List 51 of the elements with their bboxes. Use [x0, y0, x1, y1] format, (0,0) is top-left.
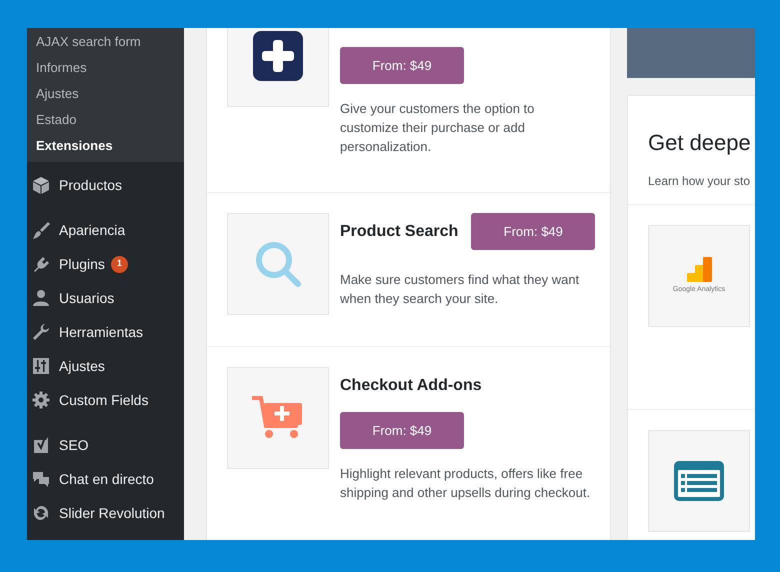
section-heading: Get deepe — [648, 129, 752, 157]
submenu-item[interactable]: Ajustes — [36, 81, 184, 107]
extension-description: Make sure customers find what they want when they search your site. — [340, 271, 580, 308]
menu-label: Ajustes — [59, 356, 105, 376]
menu-label: Herramientas — [59, 322, 144, 342]
search-icon — [253, 239, 303, 289]
submenu-item[interactable]: AJAX search form — [36, 29, 184, 55]
menu-item[interactable]: Chat en directo — [27, 462, 184, 496]
menu-item[interactable]: Productos — [27, 168, 184, 202]
menu-item[interactable]: SEO — [27, 428, 184, 462]
plus-icon — [253, 31, 303, 81]
menu-label: SEO — [59, 436, 89, 454]
bar-chart-icon — [686, 256, 712, 282]
speech-bubbles-icon — [32, 470, 50, 488]
paintbrush-icon — [32, 221, 50, 239]
section-text: Learn how your sto — [648, 173, 752, 190]
list-icon — [674, 461, 724, 501]
submenu-item[interactable]: Extensiones — [36, 133, 184, 159]
menu-item[interactable]: Usuarios — [27, 281, 184, 315]
menu-label: Chat en directo — [59, 470, 154, 488]
submenu-item[interactable]: Informes — [36, 55, 184, 81]
menu-item[interactable]: Slider Revolution — [27, 496, 184, 530]
settings-icon — [32, 391, 50, 409]
count-badge: 1 — [110, 256, 128, 272]
submenu-item[interactable]: Estado — [36, 107, 184, 133]
wrench-icon — [32, 323, 50, 341]
extension-title: Product Search — [340, 222, 458, 242]
checkmark-icon — [32, 436, 50, 454]
extension-description: Highlight relevant products, offers like free shipping and other upsells during checkout. — [340, 465, 592, 502]
menu-item[interactable]: Herramientas — [27, 315, 184, 349]
price-button[interactable]: From: $49 — [340, 412, 464, 449]
menu-item[interactable]: Custom Fields — [27, 383, 184, 417]
menu-label: Custom Fields — [59, 390, 148, 410]
cart-icon — [252, 396, 304, 440]
menu-label: Slider Revolution — [59, 504, 165, 522]
menu-label: Apariencia — [59, 220, 126, 240]
extension-description: Give your customers the option to customize their purchase or add personalization. — [340, 100, 536, 156]
user-icon — [32, 289, 50, 307]
menu-label: Usuarios — [59, 288, 114, 308]
price-button[interactable]: From: $49 — [471, 213, 596, 250]
menu-label: Plugins — [59, 254, 105, 274]
price-button[interactable]: From: $49 — [340, 47, 464, 84]
menu-item[interactable]: Ajustes — [27, 349, 184, 383]
plug-icon — [32, 255, 50, 273]
sliders-icon — [32, 357, 50, 375]
box-icon — [32, 176, 50, 194]
extension-title: Checkout Add-ons — [340, 376, 483, 396]
refresh-icon — [32, 504, 50, 522]
menu-item[interactable]: Plugins 1 — [27, 247, 184, 281]
menu-label: Productos — [59, 176, 122, 194]
menu-item[interactable]: Apariencia — [27, 213, 184, 247]
